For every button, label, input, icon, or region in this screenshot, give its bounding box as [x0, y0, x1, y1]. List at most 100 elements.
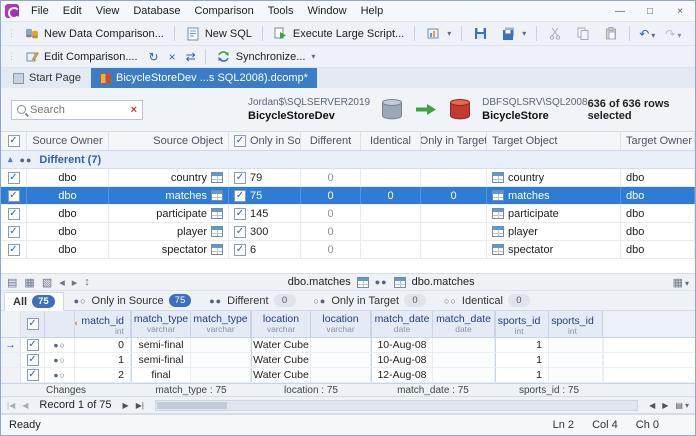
source-object-cell[interactable]: matches: [109, 187, 229, 204]
tab-only-in-target[interactable]: ○● Only in Target 0: [306, 291, 435, 310]
sports-id-source-cell[interactable]: 1: [495, 353, 549, 367]
row-checkbox-cell[interactable]: [1, 187, 27, 204]
checkbox-checked-icon[interactable]: [7, 135, 20, 147]
location-target-cell[interactable]: [311, 353, 371, 367]
record-checkbox-cell[interactable]: [21, 338, 45, 352]
checkbox-checked-icon[interactable]: [26, 339, 39, 351]
expand-collapse-icon[interactable]: ↕: [83, 276, 91, 288]
table-row[interactable]: dbo player 300 0 player dbo: [1, 223, 695, 241]
paste-button[interactable]: [598, 24, 624, 43]
location-source-cell[interactable]: Water Cube: [251, 368, 311, 382]
tab-comparison-document[interactable]: BicycleStoreDev ...s SQL2008).dcomp*: [90, 68, 317, 88]
col-different[interactable]: Different: [301, 132, 361, 150]
swap-source-target-button[interactable]: ⇄: [182, 49, 200, 65]
menu-view[interactable]: View: [89, 3, 127, 19]
record-row[interactable]: ●○ 1 semi-final Water Cube 10-Aug-08 1: [1, 353, 695, 368]
match-type-source-cell[interactable]: semi-final: [131, 353, 191, 367]
scroll-right-button[interactable]: ▶: [660, 401, 670, 410]
match-id-cell[interactable]: 2: [75, 368, 131, 382]
checkbox-checked-icon[interactable]: [7, 207, 20, 220]
record-checkbox-cell[interactable]: [21, 353, 45, 367]
sports-id-target-cell[interactable]: [549, 353, 603, 367]
match-date-target-cell[interactable]: [433, 368, 495, 382]
only-in-source-cell[interactable]: 300: [229, 223, 301, 240]
last-record-button[interactable]: ▶|: [134, 401, 146, 410]
match-type-target-cell[interactable]: [191, 338, 251, 352]
new-data-comparison-button[interactable]: New Data Comparison...: [19, 24, 169, 43]
match-id-cell[interactable]: 0: [75, 338, 131, 352]
target-object-cell[interactable]: participate: [487, 205, 621, 222]
checkbox-checked-icon[interactable]: [7, 171, 20, 184]
menu-file[interactable]: File: [24, 3, 56, 19]
checkbox-checked-icon[interactable]: [7, 225, 20, 238]
col-match-type-source[interactable]: match_type varchar: [131, 311, 191, 337]
save-all-button[interactable]: [495, 24, 531, 43]
match-type-target-cell[interactable]: [191, 353, 251, 367]
target-object-cell[interactable]: country: [487, 169, 621, 186]
location-source-cell[interactable]: Water Cube: [251, 353, 311, 367]
col-sports-id-source[interactable]: sports_id int: [495, 311, 549, 337]
col-match-date-target[interactable]: match_date date: [433, 311, 495, 337]
menu-database[interactable]: Database: [126, 3, 187, 19]
checkbox-checked-icon[interactable]: [26, 369, 39, 381]
col-match-type-target[interactable]: match_type varchar: [191, 311, 251, 337]
scrollbar-thumb[interactable]: [156, 401, 227, 409]
checkbox-checked-icon[interactable]: [234, 135, 246, 147]
minimize-button[interactable]: —: [605, 1, 635, 21]
location-source-cell[interactable]: Water Cube: [251, 338, 311, 352]
only-in-source-cell[interactable]: 6: [229, 241, 301, 258]
sports-id-source-cell[interactable]: 1: [495, 368, 549, 382]
row-checkbox-cell[interactable]: [1, 205, 27, 222]
next-change-icon[interactable]: ▸: [71, 276, 79, 289]
synchronize-button[interactable]: Synchronize...: [211, 47, 321, 66]
col-location-source[interactable]: location varchar: [251, 311, 311, 337]
match-type-source-cell[interactable]: final: [131, 368, 191, 382]
search-input[interactable]: [30, 103, 127, 116]
new-sql-button[interactable]: New SQL: [180, 24, 257, 43]
match-date-target-cell[interactable]: [433, 353, 495, 367]
checkbox-checked-icon[interactable]: [7, 243, 20, 256]
filter-icon[interactable]: ▧: [41, 276, 53, 289]
source-object-cell[interactable]: spectator: [109, 241, 229, 258]
sports-id-target-cell[interactable]: [549, 338, 603, 352]
only-in-source-cell[interactable]: 145: [229, 205, 301, 222]
checkbox-checked-icon[interactable]: [26, 354, 39, 366]
checkbox-checked-icon[interactable]: [7, 189, 20, 202]
location-target-cell[interactable]: [311, 368, 371, 382]
save-button[interactable]: [467, 24, 493, 43]
source-object-cell[interactable]: participate: [109, 205, 229, 222]
first-record-button[interactable]: |◀: [5, 401, 17, 410]
tab-all[interactable]: All 75: [4, 292, 64, 311]
grid-options-icon[interactable]: ▦: [672, 276, 690, 289]
horizontal-scrollbar[interactable]: [154, 399, 639, 411]
match-type-source-cell[interactable]: semi-final: [131, 338, 191, 352]
select-all-records-cell[interactable]: [21, 311, 45, 337]
tab-only-in-source[interactable]: ●○ Only in Source 75: [66, 291, 200, 310]
row-checkbox-cell[interactable]: [1, 223, 27, 240]
table-row[interactable]: dbo participate 145 0 participate dbo: [1, 205, 695, 223]
sports-id-source-cell[interactable]: 1: [495, 338, 549, 352]
row-checkbox-cell[interactable]: [1, 169, 27, 186]
match-date-target-cell[interactable]: [433, 338, 495, 352]
cancel-refresh-button[interactable]: ×: [165, 49, 180, 65]
match-type-target-cell[interactable]: [191, 368, 251, 382]
checkbox-checked-icon[interactable]: [26, 318, 39, 330]
next-record-button[interactable]: ▶: [121, 401, 131, 410]
select-all-checkbox-cell[interactable]: [1, 132, 27, 150]
record-checkbox-cell[interactable]: [21, 368, 45, 382]
row-checkbox-cell[interactable]: [1, 241, 27, 258]
checkbox-checked-icon[interactable]: [234, 225, 246, 238]
target-object-cell[interactable]: spectator: [487, 241, 621, 258]
previous-change-icon[interactable]: ◂: [58, 276, 66, 289]
table-row-selected[interactable]: dbo matches 75 0 0 0 matches dbo: [1, 187, 695, 205]
copy-button[interactable]: [570, 24, 596, 43]
location-target-cell[interactable]: [311, 338, 371, 352]
navigator-menu-button[interactable]: ▤: [673, 401, 691, 410]
source-object-cell[interactable]: country: [109, 169, 229, 186]
col-target-owner[interactable]: Target Owner: [621, 132, 695, 150]
checkbox-checked-icon[interactable]: [234, 189, 246, 202]
tab-start-page[interactable]: Start Page: [4, 68, 90, 88]
col-source-object[interactable]: Source Object: [109, 132, 229, 150]
search-clear-icon[interactable]: ×: [131, 104, 137, 116]
col-match-id[interactable]: match_id int: [75, 311, 131, 337]
